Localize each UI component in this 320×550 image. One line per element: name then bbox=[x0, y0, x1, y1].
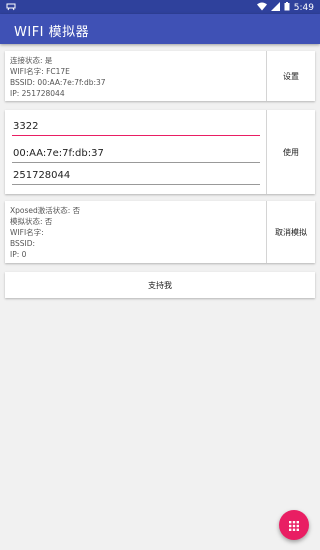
battery-icon bbox=[284, 2, 290, 14]
notification-icon bbox=[6, 2, 16, 14]
use-button[interactable]: 使用 bbox=[267, 110, 315, 194]
bssid-input[interactable]: 00:AA:7e:7f:db:37 bbox=[12, 145, 260, 163]
simulate-input-fields: 3322 00:AA:7e:7f:db:37 251728044 bbox=[5, 110, 267, 194]
status-bar: 5:49 bbox=[0, 0, 320, 14]
ip-text: IP: 251728044 bbox=[10, 89, 65, 98]
ip-input[interactable]: 251728044 bbox=[12, 167, 260, 185]
xposed-status-card: Xposed激活状态: 否 模拟状态: 否 WIFI名字: BSSID: IP:… bbox=[5, 201, 315, 263]
simulate-input-card: 3322 00:AA:7e:7f:db:37 251728044 使用 bbox=[5, 110, 315, 194]
simulate-status-text: 模拟状态: 否 bbox=[10, 217, 53, 226]
support-button[interactable]: 支持我 bbox=[5, 272, 315, 298]
cancel-simulate-button[interactable]: 取消模拟 bbox=[267, 201, 315, 263]
xposed-active-text: Xposed激活状态: 否 bbox=[10, 206, 81, 215]
wifi-icon bbox=[256, 2, 267, 14]
bssid-input-value: 00:AA:7e:7f:db:37 bbox=[13, 148, 104, 159]
wifi-name-text: WIFI名字: FC17E bbox=[10, 67, 70, 76]
ip-input-value: 251728044 bbox=[13, 170, 71, 181]
grid-icon bbox=[289, 516, 299, 535]
current-wifi-card: 连接状态: 是 WIFI名字: FC17E BSSID: 00:AA:7e:7f… bbox=[5, 51, 315, 101]
xposed-status-info: Xposed激活状态: 否 模拟状态: 否 WIFI名字: BSSID: IP:… bbox=[5, 201, 267, 263]
current-wifi-info: 连接状态: 是 WIFI名字: FC17E BSSID: 00:AA:7e:7f… bbox=[5, 51, 267, 101]
wifi-name-input[interactable]: 3322 bbox=[12, 118, 260, 136]
simulated-wifi-name-text: WIFI名字: bbox=[10, 228, 44, 237]
bssid-text: BSSID: 00:AA:7e:7f:db:37 bbox=[10, 78, 106, 87]
simulated-ip-text: IP: 0 bbox=[10, 250, 27, 259]
app-title: WIFI 模拟器 bbox=[14, 25, 90, 40]
simulated-bssid-text: BSSID: bbox=[10, 239, 36, 248]
connection-status-text: 连接状态: 是 bbox=[10, 56, 53, 65]
fab-button[interactable] bbox=[279, 510, 309, 540]
wifi-name-input-value: 3322 bbox=[13, 121, 39, 132]
settings-button[interactable]: 设置 bbox=[267, 51, 315, 101]
app-bar: WIFI 模拟器 bbox=[0, 14, 320, 44]
signal-icon bbox=[270, 2, 280, 14]
status-time: 5:49 bbox=[293, 3, 314, 13]
